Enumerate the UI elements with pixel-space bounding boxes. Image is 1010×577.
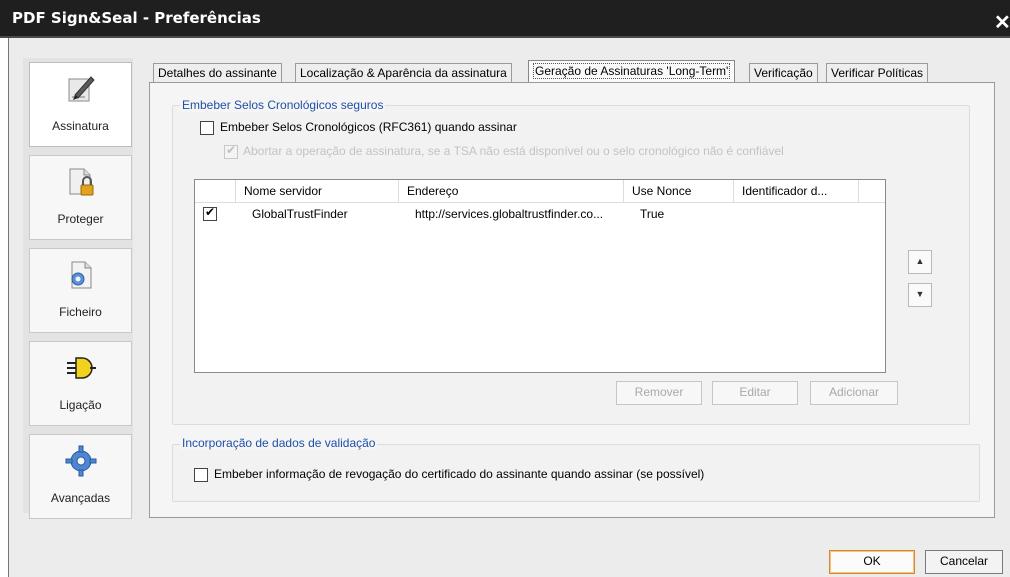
embed-timestamps-label: Embeber Selos Cronológicos (RFC361) quan… <box>220 120 517 134</box>
sidebar-item-proteger[interactable]: Proteger <box>29 155 132 240</box>
window-title: PDF Sign&Seal - Preferências <box>12 9 261 27</box>
sidebar-item-label: Ficheiro <box>59 305 102 319</box>
column-header-check[interactable] <box>195 180 236 202</box>
sidebar: Assinatura Proteger Ficheiro Ligação Ava… <box>23 58 133 519</box>
cell-server-name: GlobalTrustFinder <box>252 207 348 221</box>
edit-button[interactable]: Editar <box>712 381 798 405</box>
sidebar-item-assinatura[interactable]: Assinatura <box>29 62 132 147</box>
sidebar-item-label: Avançadas <box>50 491 111 505</box>
abort-signature-checkbox[interactable]: ✔ <box>224 143 238 159</box>
validation-group-title: Incorporação de dados de validação <box>180 436 378 450</box>
file-gear-icon <box>71 261 92 289</box>
column-header-use-nonce[interactable]: Use Nonce <box>624 180 734 202</box>
document-lock-icon <box>69 168 94 196</box>
gear-icon <box>65 445 97 477</box>
list-header: Nome servidor Endereço Use Nonce Identif… <box>195 180 885 203</box>
column-header-identificador[interactable]: Identificador d... <box>734 180 859 202</box>
remove-button[interactable]: Remover <box>616 381 702 405</box>
arrow-up-icon: ▲ <box>915 256 925 266</box>
sidebar-item-label: Ligação <box>59 398 102 412</box>
ok-button[interactable]: OK <box>829 550 915 574</box>
table-row[interactable]: ✔ GlobalTrustFinder http://services.glob… <box>195 205 885 225</box>
cell-address: http://services.globaltrustfinder.co... <box>415 207 604 221</box>
dialog-client: Assinatura Proteger Ficheiro Ligação Ava… <box>8 38 1010 577</box>
move-down-button[interactable]: ▼ <box>908 283 932 307</box>
arrow-down-icon: ▼ <box>915 289 925 299</box>
move-up-button[interactable]: ▲ <box>908 250 932 274</box>
tab-verificacao[interactable]: Verificação <box>749 63 818 83</box>
checkmark-icon: ✔ <box>205 205 216 219</box>
close-icon[interactable]: ✕ <box>994 12 1010 34</box>
title-bar: PDF Sign&Seal - Preferências ✕ <box>0 0 1010 38</box>
tsa-server-list[interactable]: Nome servidor Endereço Use Nonce Identif… <box>194 179 886 373</box>
column-header-nome-servidor[interactable]: Nome servidor <box>236 180 399 202</box>
sidebar-item-ficheiro[interactable]: Ficheiro <box>29 248 132 333</box>
embed-revocation-checkbox[interactable] <box>194 468 208 482</box>
cancel-button[interactable]: Cancelar <box>925 550 1003 574</box>
tab-panel: Embeber Selos Cronológicos seguros Embeb… <box>149 82 995 518</box>
embed-timestamps-checkbox[interactable] <box>200 121 214 135</box>
row-enabled-checkbox[interactable]: ✔ <box>203 205 217 221</box>
sidebar-item-label: Assinatura <box>52 119 109 133</box>
tab-geracao-long-term[interactable]: Geração de Assinaturas 'Long-Term' <box>528 60 736 83</box>
sidebar-item-avancadas[interactable]: Avançadas <box>29 434 132 519</box>
checkmark-icon: ✔ <box>226 143 237 157</box>
pen-signature-icon <box>68 76 95 102</box>
sidebar-item-label: Proteger <box>57 212 104 226</box>
tab-label: Geração de Assinaturas 'Long-Term' <box>533 63 731 79</box>
embed-revocation-label: Embeber informação de revogação do certi… <box>214 467 705 481</box>
tab-detalhes-assinante[interactable]: Detalhes do assinante <box>153 63 282 83</box>
cell-use-nonce: True <box>640 207 665 221</box>
abort-signature-label: Abortar a operação de assinatura, se a T… <box>243 144 784 158</box>
plug-icon <box>67 357 96 379</box>
tab-verificar-politicas[interactable]: Verificar Políticas <box>826 63 929 83</box>
timestamps-group-title: Embeber Selos Cronológicos seguros <box>180 98 386 112</box>
column-header-endereco[interactable]: Endereço <box>399 180 624 202</box>
add-button[interactable]: Adicionar <box>810 381 898 405</box>
tab-localizacao-aparencia[interactable]: Localização & Aparência da assinatura <box>295 63 512 83</box>
sidebar-item-ligacao[interactable]: Ligação <box>29 341 132 426</box>
